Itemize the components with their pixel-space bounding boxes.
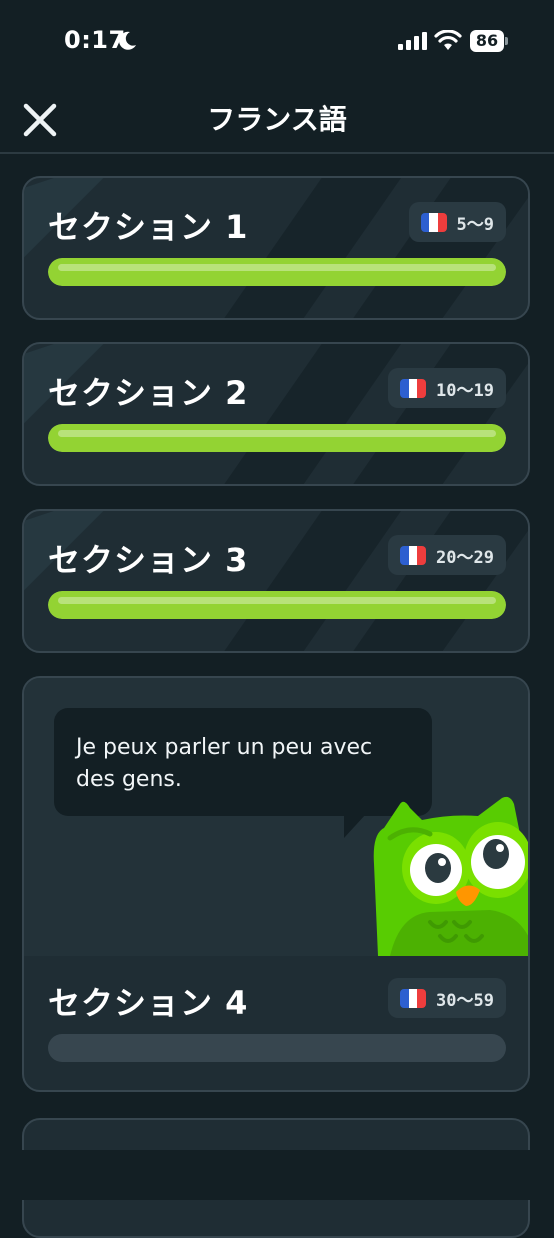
progress-fill — [48, 591, 506, 619]
header: フランス語 — [0, 84, 554, 154]
speech-bubble-tail — [344, 814, 366, 838]
page-title: フランス語 — [207, 103, 347, 136]
section-progress-bar — [48, 1034, 506, 1062]
france-flag-icon — [400, 378, 427, 398]
battery-indicator: 86 — [470, 30, 504, 52]
section-title: セクション 3 — [48, 541, 249, 579]
range-badge: 5〜9 — [408, 202, 506, 242]
range-badge: 30〜59 — [388, 978, 506, 1018]
france-flag-icon — [420, 212, 447, 232]
card-stripes — [24, 511, 528, 651]
card-stripes — [24, 178, 528, 318]
france-flag-icon — [400, 988, 427, 1008]
range-text: 30〜59 — [436, 990, 494, 1011]
progress-fill — [48, 258, 506, 286]
range-text: 10〜19 — [436, 380, 494, 401]
range-badge: 20〜29 — [388, 535, 506, 575]
range-badge: 10〜19 — [388, 368, 506, 408]
wifi-icon — [434, 30, 462, 50]
section-progress-bar — [48, 424, 506, 452]
section-card-4[interactable]: Je peux parler un peu avec des gens. セクシ… — [22, 676, 530, 1092]
france-flag-icon — [400, 545, 427, 565]
battery-cap — [505, 37, 508, 45]
section-progress-bar — [48, 258, 506, 286]
signal-icon — [398, 32, 427, 50]
section-card-3[interactable]: セクション 3 20〜29 — [22, 509, 530, 653]
bottom-fade — [0, 1150, 554, 1200]
section-title: セクション 1 — [48, 208, 249, 246]
section-title: セクション 4 — [48, 984, 249, 1022]
range-text: 5〜9 — [456, 214, 494, 235]
progress-fill — [48, 424, 506, 452]
moon-icon — [119, 31, 136, 50]
range-text: 20〜29 — [436, 547, 494, 568]
section-card-1[interactable]: セクション 1 5〜9 — [22, 176, 530, 320]
section-progress-bar — [48, 591, 506, 619]
owl-mascot-icon — [373, 796, 528, 956]
section-title: セクション 2 — [48, 374, 249, 412]
status-bar: 0:17 86 — [0, 0, 554, 84]
card-stripes — [24, 344, 528, 484]
section-card-2[interactable]: セクション 2 10〜19 — [22, 342, 530, 486]
